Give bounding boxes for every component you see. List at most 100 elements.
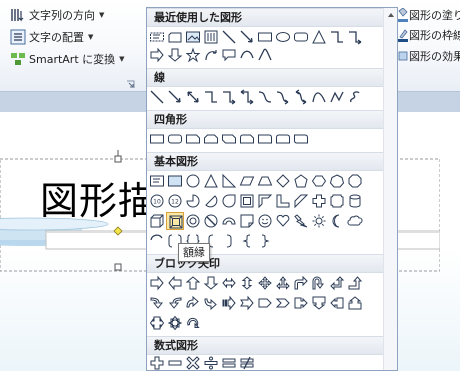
basic-l-shape-icon[interactable] [274, 192, 292, 210]
math-minus-icon[interactable] [166, 354, 184, 371]
shape-arc-icon[interactable] [238, 46, 256, 64]
basic-dodecagon-icon[interactable]: 12 [166, 192, 184, 210]
basic-parallelogram-icon[interactable] [238, 172, 256, 190]
basic-oval-icon[interactable] [184, 172, 202, 190]
rect-snip-diagonal-icon[interactable] [220, 130, 238, 148]
basic-cloud-icon[interactable] [346, 212, 364, 230]
basic-block-arc-icon[interactable] [220, 212, 238, 230]
math-not-equal-icon[interactable] [238, 354, 256, 371]
basic-octagon-icon[interactable] [346, 172, 364, 190]
basic-hexagon-icon[interactable] [310, 172, 328, 190]
shape-vertical-text-box-icon[interactable] [202, 28, 220, 46]
basic-chord-icon[interactable] [202, 192, 220, 210]
basic-can-icon[interactable] [346, 192, 364, 210]
dialog-launcher-icon[interactable] [126, 80, 135, 89]
arrow-down-callout-icon[interactable] [310, 294, 328, 312]
arrow-left-right-icon[interactable] [220, 274, 238, 292]
arrow-u-turn-icon[interactable] [310, 274, 328, 292]
arrow-curved-right-icon[interactable] [148, 294, 166, 312]
rect-round-one-icon[interactable] [256, 130, 274, 148]
arrow-curved-down-icon[interactable] [202, 294, 220, 312]
shape-outline-button[interactable]: 図形の枠線 [398, 26, 460, 44]
rect-rounded-icon[interactable] [166, 130, 184, 148]
rect-snip-round-icon[interactable] [238, 130, 256, 148]
basic-lightning-icon[interactable] [292, 212, 310, 230]
basic-heptagon-icon[interactable] [328, 172, 346, 190]
basic-right-bracket-icon[interactable] [220, 232, 238, 250]
shape-snip-rect-icon[interactable] [166, 28, 184, 46]
basic-text-box-icon[interactable] [148, 172, 166, 190]
line-curved-arrow-icon[interactable] [274, 88, 292, 106]
basic-right-triangle-icon[interactable] [220, 172, 238, 190]
basic-pentagon-icon[interactable] [292, 172, 310, 190]
basic-right-brace-icon[interactable] [256, 232, 274, 250]
line-curve-icon[interactable] [310, 88, 328, 106]
shape-callout-icon[interactable] [220, 46, 238, 64]
line-straight-icon[interactable] [148, 88, 166, 106]
rect-snip-same-icon[interactable] [202, 130, 220, 148]
arrow-up-icon[interactable] [184, 274, 202, 292]
arrow-left-right-up-icon[interactable] [274, 274, 292, 292]
math-equal-icon[interactable] [220, 354, 238, 371]
basic-half-frame-icon[interactable] [256, 192, 274, 210]
arrow-right-callout-icon[interactable] [292, 294, 310, 312]
arrow-pentagon-icon[interactable] [256, 294, 274, 312]
shape-oval-icon[interactable] [274, 28, 292, 46]
convert-to-smartart-button[interactable]: SmartArt に変換 ▼ [10, 50, 125, 68]
resize-handle-top[interactable] [114, 155, 122, 163]
shape-fill-button[interactable]: 図形の塗りつ [398, 6, 460, 24]
arrow-chevron-icon[interactable] [274, 294, 292, 312]
basic-cross-icon[interactable] [310, 192, 328, 210]
basic-triangle-icon[interactable] [202, 172, 220, 190]
basic-donut-icon[interactable] [184, 212, 202, 230]
basic-sun-icon[interactable] [310, 212, 328, 230]
arrow-bent-icon[interactable] [292, 274, 310, 292]
scroll-up-arrow-icon[interactable] [386, 10, 396, 20]
shape-down-arrow-icon[interactable] [166, 46, 184, 64]
basic-arc-icon[interactable] [148, 232, 166, 250]
shape-text-box-icon[interactable] [148, 28, 166, 46]
basic-smiley-icon[interactable] [256, 212, 274, 230]
arrow-left-callout-icon[interactable] [328, 294, 346, 312]
arrow-notched-right-icon[interactable] [238, 294, 256, 312]
shape-elbow-connector-icon[interactable] [328, 28, 346, 46]
resize-handle-bottom[interactable] [114, 263, 122, 271]
shape-rectangle-icon[interactable] [256, 28, 274, 46]
shape-image-icon[interactable] [184, 28, 202, 46]
shape-rounded-rect-icon[interactable] [292, 28, 310, 46]
math-multiply-icon[interactable] [184, 354, 202, 371]
basic-heart-icon[interactable] [274, 212, 292, 230]
basic-frame-icon[interactable] [238, 192, 256, 210]
basic-bevel-icon[interactable] [166, 212, 184, 230]
line-freeform-icon[interactable] [328, 88, 346, 106]
rect-round-diagonal-icon[interactable] [292, 130, 310, 148]
shape-elbow-arrow-icon[interactable] [346, 28, 364, 46]
arrow-down-icon[interactable] [202, 274, 220, 292]
shape-arrow-line-icon[interactable] [238, 28, 256, 46]
basic-teardrop-icon[interactable] [220, 192, 238, 210]
basic-cube-icon[interactable] [148, 212, 166, 230]
shapes-gallery-dropdown[interactable]: 最近使用した図形 線 四角形 基本図形 10 12 ブロック矢印 数式図形 [146, 7, 398, 371]
basic-gradient-box-icon[interactable] [166, 172, 184, 190]
basic-plaque-icon[interactable] [328, 192, 346, 210]
basic-pie-icon[interactable] [184, 192, 202, 210]
math-plus-icon[interactable] [148, 354, 166, 371]
shape-star-icon[interactable] [184, 46, 202, 64]
rect-snip-one-icon[interactable] [184, 130, 202, 148]
line-curved-icon[interactable] [256, 88, 274, 106]
rect-basic-icon[interactable] [148, 130, 166, 148]
math-divide-icon[interactable] [202, 354, 220, 371]
shape-wave-line-icon[interactable] [256, 46, 274, 64]
shape-line-icon[interactable] [220, 28, 238, 46]
arrow-left-right-callout-icon[interactable] [148, 314, 166, 332]
line-arrow-icon[interactable] [166, 88, 184, 106]
line-double-arrow-icon[interactable] [184, 88, 202, 106]
basic-folded-corner-icon[interactable] [238, 212, 256, 230]
rect-round-same-icon[interactable] [274, 130, 292, 148]
align-text-button[interactable]: 文字の配置 ▼ [10, 28, 93, 46]
arrow-striped-right-icon[interactable] [220, 294, 238, 312]
arrow-quad-icon[interactable] [256, 274, 274, 292]
basic-left-brace-icon[interactable] [238, 232, 256, 250]
arrow-right-icon[interactable] [148, 274, 166, 292]
basic-no-symbol-icon[interactable] [202, 212, 220, 230]
